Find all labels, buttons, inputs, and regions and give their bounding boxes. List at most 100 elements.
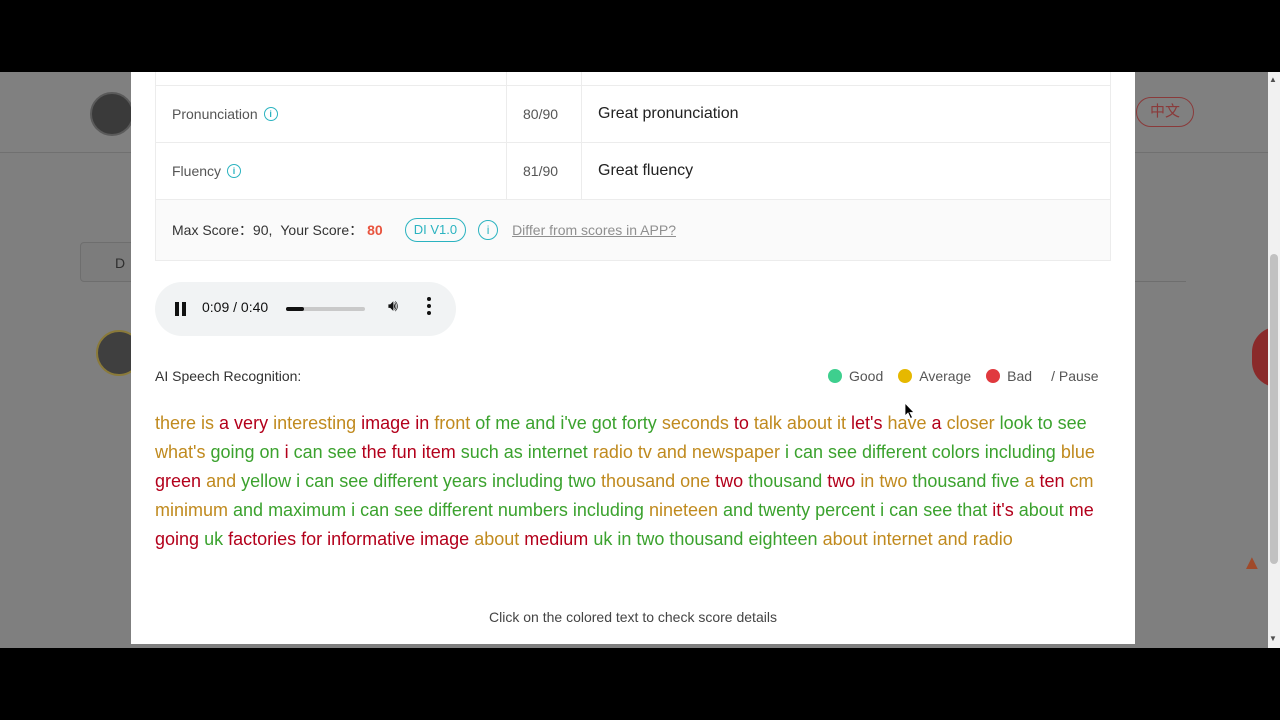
transcript-word-good[interactable]: and maximum <box>233 500 346 520</box>
speech-recognition-label: AI Speech Recognition: <box>155 368 302 384</box>
scroll-up-icon[interactable]: ▲ <box>1269 75 1277 84</box>
audio-time: 0:09 / 0:40 <box>202 299 269 315</box>
score-summary: Max Score：90, Your Score： 80 DI V1.0 i D… <box>155 200 1111 261</box>
differ-scores-link[interactable]: Differ from scores in APP? <box>512 222 676 238</box>
transcript-word-bad[interactable]: the fun item <box>362 442 456 462</box>
transcript-word-good[interactable]: thousand <box>669 529 743 549</box>
more-options-icon[interactable] <box>427 297 431 321</box>
transcript-word-bad[interactable]: i <box>285 442 289 462</box>
transcript-word-good[interactable]: look to see <box>1000 413 1087 433</box>
version-badge[interactable]: DI V1.0 <box>404 218 467 242</box>
info-icon[interactable]: i <box>263 107 278 121</box>
transcript-word-good[interactable]: can see <box>294 442 357 462</box>
transcript-word-average[interactable]: talk about it <box>754 413 846 433</box>
criterion-name: Fluency i <box>156 143 507 199</box>
table-row: Fluency i 81/90 Great fluency <box>155 143 1111 200</box>
language-button[interactable]: 中文 <box>1136 97 1194 127</box>
browser-viewport: 中文 D ▲ ▲ ▼ Pronunciation i 80/90 Great p… <box>0 72 1280 648</box>
transcript-word-average[interactable]: cm <box>1070 471 1094 491</box>
transcript-word-good[interactable]: such as internet <box>461 442 588 462</box>
transcript-word-average[interactable]: seconds <box>662 413 729 433</box>
transcript-word-average[interactable]: minimum <box>155 500 228 520</box>
transcript-word-average[interactable]: interesting <box>273 413 356 433</box>
transcript-word-good[interactable]: i can see different colors including <box>785 442 1056 462</box>
mouse-cursor-icon <box>905 403 915 419</box>
transcript-word-bad[interactable]: image in <box>361 413 429 433</box>
scroll-thumb[interactable] <box>1270 254 1278 564</box>
transcript-word-average[interactable]: and newspaper <box>657 442 780 462</box>
transcript-word-bad[interactable]: a very <box>219 413 268 433</box>
transcript-word-average[interactable]: about <box>823 529 868 549</box>
criterion-comment: Great pronunciation <box>598 105 739 122</box>
transcript-word-bad[interactable]: factories for informative image <box>228 529 469 549</box>
transcript-word-average[interactable]: closer <box>947 413 995 433</box>
criterion-label: Pronunciation <box>172 106 258 122</box>
transcript-word-bad[interactable]: green <box>155 471 201 491</box>
transcript-word-good[interactable]: yellow <box>241 471 291 491</box>
criterion-score: 80/90 <box>507 86 582 142</box>
audio-player: 0:09 / 0:40 🔊︎ <box>155 282 456 336</box>
transcript-word-average[interactable]: front <box>434 413 470 433</box>
transcript-word-average[interactable]: and <box>206 471 236 491</box>
transcript-word-bad[interactable]: ten <box>1039 471 1064 491</box>
legend-good: Good <box>828 368 883 384</box>
transcript-word-average[interactable]: about <box>474 529 519 549</box>
transcript-word-bad[interactable]: two <box>715 471 743 491</box>
transcript-word-good[interactable]: i can see different numbers including <box>351 500 644 520</box>
transcript-word-good[interactable]: uk in two <box>593 529 664 549</box>
info-icon[interactable]: i <box>227 164 242 178</box>
transcript-word-average[interactable]: a <box>1024 471 1034 491</box>
legend-average: Average <box>898 368 971 384</box>
transcript-word-bad[interactable]: let's <box>851 413 882 433</box>
legend-bad: Bad <box>986 368 1032 384</box>
transcript-word-bad[interactable]: to <box>734 413 749 433</box>
transcript-word-average[interactable]: internet and radio <box>873 529 1013 549</box>
audio-progress-slider[interactable] <box>286 307 365 311</box>
transcript-word-average[interactable]: thousand one <box>601 471 710 491</box>
transcript-word-good[interactable]: of me and i've got forty <box>475 413 657 433</box>
your-score-label: Your Score： <box>280 222 364 238</box>
transcript-word-good[interactable]: and twenty percent <box>723 500 875 520</box>
transcript-word-bad[interactable]: a <box>932 413 942 433</box>
transcript-word-bad[interactable]: it's <box>992 500 1013 520</box>
volume-icon[interactable]: 🔊︎ <box>388 298 398 316</box>
transcript-word-good[interactable]: about <box>1019 500 1064 520</box>
scroll-down-icon[interactable]: ▼ <box>1269 634 1277 643</box>
transcript-word-average[interactable]: nineteen <box>649 500 718 520</box>
discuss-tab-label: D <box>115 255 126 271</box>
recognized-transcript: there is a very interesting image in fro… <box>155 409 1115 554</box>
table-row: Pronunciation i 80/90 Great pronunciatio… <box>155 86 1111 143</box>
score-table: Pronunciation i 80/90 Great pronunciatio… <box>155 72 1111 261</box>
score-modal: Pronunciation i 80/90 Great pronunciatio… <box>131 72 1135 644</box>
hint-text: Click on the colored text to check score… <box>489 609 777 625</box>
transcript-word-average[interactable]: blue <box>1061 442 1095 462</box>
transcript-word-good[interactable]: i can see different years including two <box>296 471 596 491</box>
transcript-word-average[interactable]: what's <box>155 442 205 462</box>
transcript-word-good[interactable]: thousand five <box>912 471 1019 491</box>
divider <box>1134 281 1186 282</box>
criterion-score: 81/90 <box>507 143 582 199</box>
transcript-word-bad[interactable]: two <box>827 471 855 491</box>
transcript-word-average[interactable]: there is <box>155 413 214 433</box>
table-row-partial <box>155 72 1111 86</box>
legend-pause: / Pause <box>1051 368 1099 384</box>
transcript-word-good[interactable]: i can see that <box>880 500 987 520</box>
max-score: Max Score：90, <box>172 222 273 238</box>
page-scrollbar[interactable]: ▲ ▼ <box>1268 72 1280 648</box>
rocket-icon[interactable]: ▲ <box>1242 552 1262 592</box>
average-dot-icon <box>898 369 913 383</box>
criterion-name: Pronunciation i <box>156 86 507 142</box>
criterion-label: Fluency <box>172 163 222 179</box>
transcript-word-good[interactable]: going on <box>210 442 279 462</box>
transcript-word-good[interactable]: thousand <box>748 471 822 491</box>
transcript-word-good[interactable]: uk <box>204 529 223 549</box>
transcript-word-bad[interactable]: medium <box>524 529 588 549</box>
audio-progress-fill <box>286 307 304 311</box>
good-dot-icon <box>828 369 842 383</box>
color-legend: Good Average Bad / Pause <box>828 368 1099 384</box>
pause-button[interactable] <box>175 302 187 316</box>
info-icon[interactable]: i <box>478 220 499 240</box>
transcript-word-average[interactable]: in two <box>860 471 907 491</box>
transcript-word-good[interactable]: eighteen <box>748 529 817 549</box>
transcript-word-average[interactable]: radio tv <box>593 442 652 462</box>
